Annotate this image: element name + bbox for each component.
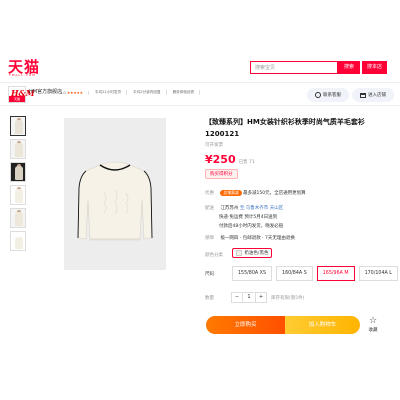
promo-badge: 店铺满减 (220, 190, 242, 196)
quantity-label: 数量 (205, 295, 214, 301)
thumbnail[interactable] (10, 185, 26, 205)
search-button[interactable]: 搜索 (338, 61, 360, 74)
size-option[interactable]: 160/84A S (276, 266, 313, 281)
store-logo[interactable]: H&M 天猫 (8, 86, 35, 103)
color-option-selected[interactable]: 奶油色/黑色 (232, 248, 273, 258)
thumbnail[interactable] (10, 162, 26, 182)
thumbnail[interactable] (10, 116, 26, 136)
buy-now-button[interactable]: 立即购买 (206, 316, 285, 334)
size-option-selected[interactable]: 165/96A M (316, 266, 355, 281)
quantity-input[interactable]: 1 (242, 293, 256, 302)
rating-stars-icon: ★★★★★ (66, 90, 83, 95)
add-to-cart-button[interactable]: 加入购物车 (285, 316, 360, 334)
delivery-time: 快递·免运费 预计5月4日送到 (219, 215, 278, 220)
size-label: 尺码 (205, 272, 214, 277)
sweater-image (77, 161, 153, 241)
points-tag[interactable]: 购买得积分 (205, 169, 238, 179)
product-info: 【致臻系列】HM女装针织衫秋季时尚气质羊毛套衫1200121 可开发票 ¥250… (205, 116, 390, 179)
quantity-plus-button[interactable]: + (256, 293, 266, 302)
color-row: 颜色分类 奶油色/黑色 (205, 248, 273, 258)
quantity-row: 数量 − 1 + 库存有限(限5件) (205, 292, 304, 303)
store-metric-shipping: 平均21小时发货 (95, 90, 128, 95)
thumbnail-list (10, 116, 28, 254)
product-title: 【致臻系列】HM女装针织衫秋季时尚气质羊毛套衫1200121 (205, 118, 365, 138)
thumbnail[interactable] (10, 231, 26, 251)
size-option[interactable]: 170/104A L (358, 266, 398, 281)
store-metrics: 5.0 ★★★★★ 平均21小时发货 平均2分钟内回复 服务体验优秀 (60, 90, 201, 95)
quantity-minus-button[interactable]: − (232, 293, 242, 302)
service-row: 保障 极一网四 · 包邮退款 · 7天无理由退换 (205, 235, 295, 241)
favorite-button[interactable]: ☆ 收藏 (365, 316, 381, 333)
color-option-label: 奶油色/黑色 (244, 251, 269, 256)
favorite-label: 收藏 (368, 328, 378, 333)
contact-service-label: 联系客服 (323, 93, 341, 98)
size-options: 155/80A XS 160/84A S 165/96A M 170/104A … (232, 266, 398, 281)
product-main-image[interactable] (64, 118, 166, 270)
promo-text[interactable]: 最多减150元，全店通用更划算 (243, 191, 306, 196)
size-option[interactable]: 155/80A XS (232, 266, 273, 281)
product-price: ¥250 (205, 153, 236, 166)
thumbnail[interactable] (10, 139, 26, 159)
search-input[interactable]: 搜索宝贝 (250, 61, 338, 74)
header: 天猫 TMALL.COM 搜索宝贝 搜索 搜本店 (0, 0, 400, 80)
tmall-logo-subtext: TMALL.COM (9, 73, 36, 77)
delivery-label: 配送 (205, 206, 214, 211)
stock-note: 库存有限(限5件) (271, 295, 305, 301)
sold-count: 已售 71 (238, 160, 255, 165)
service-text[interactable]: 极一网四 · 包邮退款 · 7天无理由退换 (220, 236, 294, 241)
store-icon (360, 92, 366, 98)
color-label: 颜色分类 (205, 253, 223, 258)
promo-label: 优惠 (205, 191, 214, 196)
invoice-note: 可开发票 (205, 143, 223, 148)
star-icon: ☆ (368, 316, 378, 326)
store-rating: 5.0 ★★★★★ (60, 90, 89, 95)
chat-icon (315, 92, 321, 98)
enter-store-button[interactable]: 进入店铺 (352, 88, 394, 102)
quantity-stepper: − 1 + (231, 292, 267, 303)
promo-row: 优惠 店铺满减 最多减150元，全店通用更划算 (205, 190, 306, 196)
contact-service-button[interactable]: 联系客服 (307, 88, 349, 102)
service-label: 保障 (205, 236, 214, 241)
search-store-button[interactable]: 搜本店 (362, 61, 387, 74)
store-metric-service: 服务体验优秀 (173, 90, 201, 95)
delivery-row: 配送 江苏苏州 至 乌鲁木齐市 天山区 (205, 205, 283, 211)
enter-store-label: 进入店铺 (368, 93, 386, 98)
shipping-extra: 付款后48小时内发货，晚发必赔 (219, 224, 284, 229)
color-swatch (236, 250, 243, 256)
ship-to-selector[interactable]: 至 乌鲁木齐市 天山区 (240, 206, 283, 211)
price-row: ¥250 已售 71 (205, 153, 390, 166)
rating-value: 5.0 (60, 90, 66, 95)
store-metric-reply: 平均2分钟内回复 (133, 90, 167, 95)
thumbnail[interactable] (10, 208, 26, 228)
ship-from: 江苏苏州 (220, 206, 239, 211)
store-name[interactable]: HM官方旗舰店 (29, 88, 62, 95)
store-bar: H&M 天猫 HM官方旗舰店 5.0 ★★★★★ 平均21小时发货 平均2分钟内… (0, 82, 400, 106)
tmall-badge: 天猫 (9, 96, 25, 102)
